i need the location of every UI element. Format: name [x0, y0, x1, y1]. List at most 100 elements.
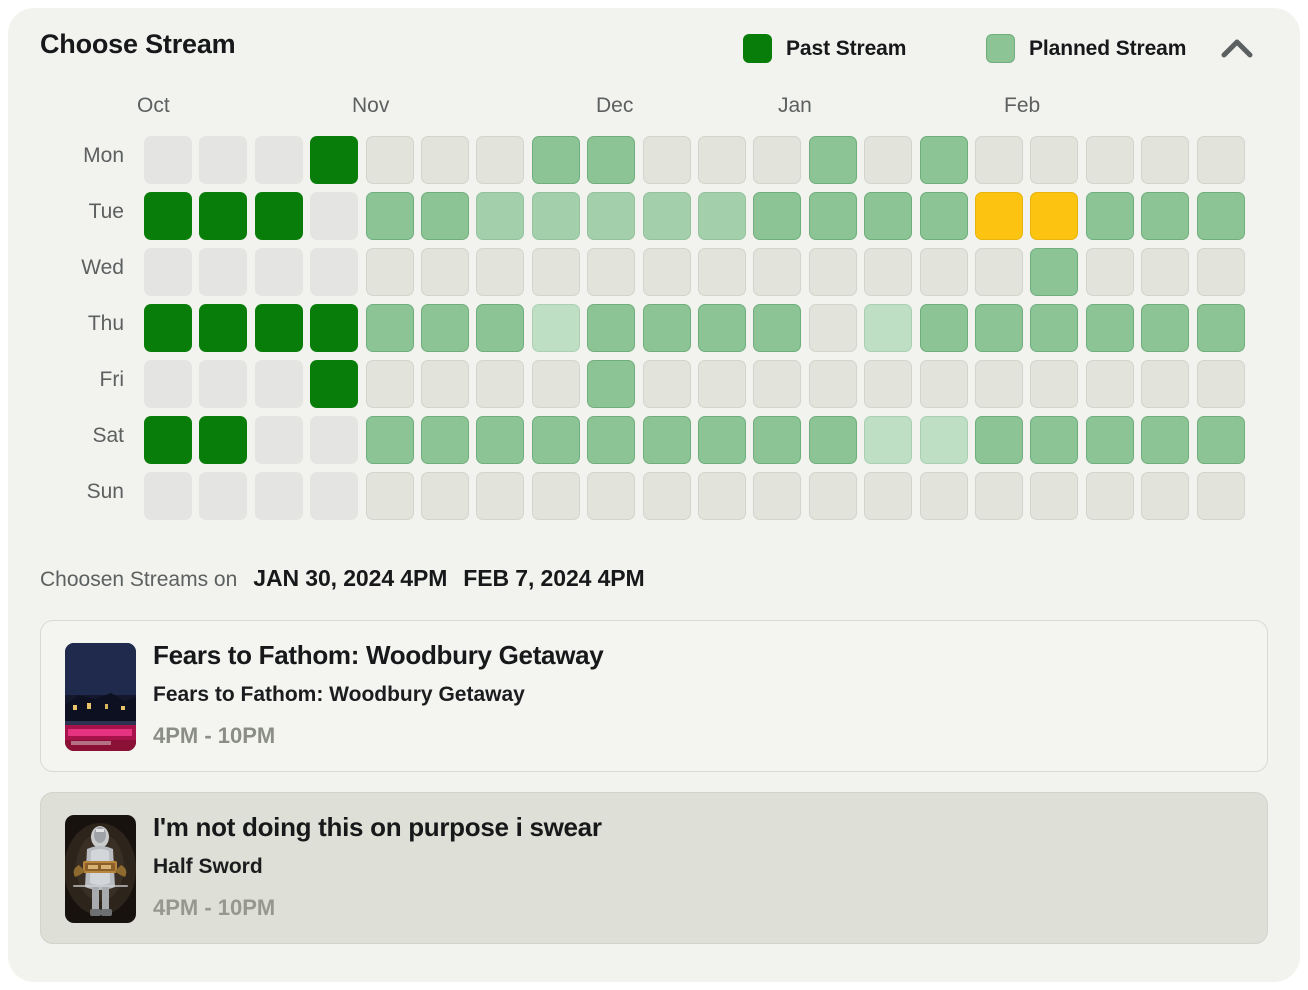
heatmap-cell[interactable]: [532, 416, 580, 464]
heatmap-cell[interactable]: [809, 304, 857, 352]
heatmap-cell[interactable]: [310, 304, 358, 352]
heatmap-cell[interactable]: [255, 416, 303, 464]
heatmap-cell[interactable]: [1141, 192, 1189, 240]
heatmap-cell[interactable]: [698, 360, 746, 408]
heatmap-cell[interactable]: [310, 192, 358, 240]
heatmap-cell[interactable]: [920, 192, 968, 240]
heatmap-cell[interactable]: [753, 304, 801, 352]
heatmap-cell[interactable]: [255, 304, 303, 352]
heatmap-cell[interactable]: [1086, 192, 1134, 240]
heatmap-cell[interactable]: [1197, 136, 1245, 184]
heatmap-cell[interactable]: [587, 136, 635, 184]
heatmap-cell[interactable]: [255, 472, 303, 520]
heatmap-cell[interactable]: [753, 248, 801, 296]
heatmap-cell[interactable]: [975, 248, 1023, 296]
heatmap-cell[interactable]: [587, 192, 635, 240]
heatmap-cell[interactable]: [532, 472, 580, 520]
heatmap-cell[interactable]: [366, 360, 414, 408]
heatmap-cell[interactable]: [864, 472, 912, 520]
heatmap-cell[interactable]: [1030, 136, 1078, 184]
heatmap-cell[interactable]: [476, 472, 524, 520]
heatmap-cell[interactable]: [476, 136, 524, 184]
heatmap-cell[interactable]: [476, 248, 524, 296]
heatmap-cell[interactable]: [1141, 248, 1189, 296]
heatmap-cell[interactable]: [587, 360, 635, 408]
heatmap-cell[interactable]: [753, 416, 801, 464]
heatmap-cell[interactable]: [144, 136, 192, 184]
heatmap-cell[interactable]: [310, 360, 358, 408]
heatmap-cell[interactable]: [366, 304, 414, 352]
heatmap-cell[interactable]: [366, 136, 414, 184]
heatmap-cell[interactable]: [1030, 360, 1078, 408]
heatmap-cell[interactable]: [366, 192, 414, 240]
heatmap-cell[interactable]: [587, 248, 635, 296]
heatmap-cell[interactable]: [532, 360, 580, 408]
heatmap-cell[interactable]: [1030, 248, 1078, 296]
heatmap-cell[interactable]: [809, 192, 857, 240]
heatmap-cell[interactable]: [1086, 136, 1134, 184]
heatmap-cell[interactable]: [864, 248, 912, 296]
heatmap-cell[interactable]: [864, 416, 912, 464]
heatmap-cell[interactable]: [144, 416, 192, 464]
heatmap-cell[interactable]: [310, 136, 358, 184]
heatmap-cell[interactable]: [1086, 248, 1134, 296]
heatmap-cell[interactable]: [421, 360, 469, 408]
heatmap-cell[interactable]: [199, 472, 247, 520]
heatmap-cell[interactable]: [753, 360, 801, 408]
heatmap-cell[interactable]: [199, 360, 247, 408]
heatmap-cell[interactable]: [421, 472, 469, 520]
heatmap-cell[interactable]: [1141, 472, 1189, 520]
heatmap-cell[interactable]: [643, 416, 691, 464]
heatmap-cell[interactable]: [975, 472, 1023, 520]
heatmap-cell[interactable]: [920, 360, 968, 408]
heatmap-cell[interactable]: [587, 472, 635, 520]
heatmap-cell[interactable]: [975, 192, 1023, 240]
heatmap-cell[interactable]: [920, 472, 968, 520]
heatmap-cell[interactable]: [753, 192, 801, 240]
heatmap-cell[interactable]: [1197, 248, 1245, 296]
heatmap-cell[interactable]: [255, 360, 303, 408]
heatmap-cell[interactable]: [366, 472, 414, 520]
heatmap-cell[interactable]: [255, 248, 303, 296]
heatmap-cell[interactable]: [809, 248, 857, 296]
collapse-panel-button[interactable]: [1215, 30, 1259, 70]
heatmap-cell[interactable]: [1197, 472, 1245, 520]
heatmap-cell[interactable]: [1086, 304, 1134, 352]
heatmap-cell[interactable]: [920, 416, 968, 464]
heatmap-cell[interactable]: [698, 472, 746, 520]
heatmap-cell[interactable]: [643, 304, 691, 352]
heatmap-cell[interactable]: [421, 304, 469, 352]
heatmap-cell[interactable]: [532, 304, 580, 352]
heatmap-cell[interactable]: [698, 304, 746, 352]
heatmap-cell[interactable]: [698, 192, 746, 240]
heatmap-cell[interactable]: [366, 248, 414, 296]
heatmap-cell[interactable]: [643, 136, 691, 184]
heatmap-cell[interactable]: [144, 360, 192, 408]
heatmap-cell[interactable]: [643, 360, 691, 408]
heatmap-cell[interactable]: [255, 136, 303, 184]
heatmap-cell[interactable]: [920, 248, 968, 296]
heatmap-cell[interactable]: [809, 416, 857, 464]
heatmap-cell[interactable]: [809, 472, 857, 520]
heatmap-cell[interactable]: [864, 304, 912, 352]
heatmap-cell[interactable]: [1086, 360, 1134, 408]
heatmap-cell[interactable]: [975, 360, 1023, 408]
heatmap-cell[interactable]: [366, 416, 414, 464]
heatmap-cell[interactable]: [1030, 192, 1078, 240]
heatmap-cell[interactable]: [255, 192, 303, 240]
heatmap-cell[interactable]: [1197, 192, 1245, 240]
heatmap-cell[interactable]: [476, 192, 524, 240]
heatmap-cell[interactable]: [310, 472, 358, 520]
heatmap-cell[interactable]: [587, 304, 635, 352]
heatmap-cell[interactable]: [920, 136, 968, 184]
heatmap-cell[interactable]: [698, 248, 746, 296]
heatmap-cell[interactable]: [753, 136, 801, 184]
heatmap-cell[interactable]: [199, 192, 247, 240]
heatmap-cell[interactable]: [421, 136, 469, 184]
heatmap-cell[interactable]: [421, 192, 469, 240]
heatmap-cell[interactable]: [476, 304, 524, 352]
heatmap-cell[interactable]: [809, 360, 857, 408]
heatmap-cell[interactable]: [920, 304, 968, 352]
heatmap-cell[interactable]: [698, 136, 746, 184]
heatmap-cell[interactable]: [1030, 304, 1078, 352]
